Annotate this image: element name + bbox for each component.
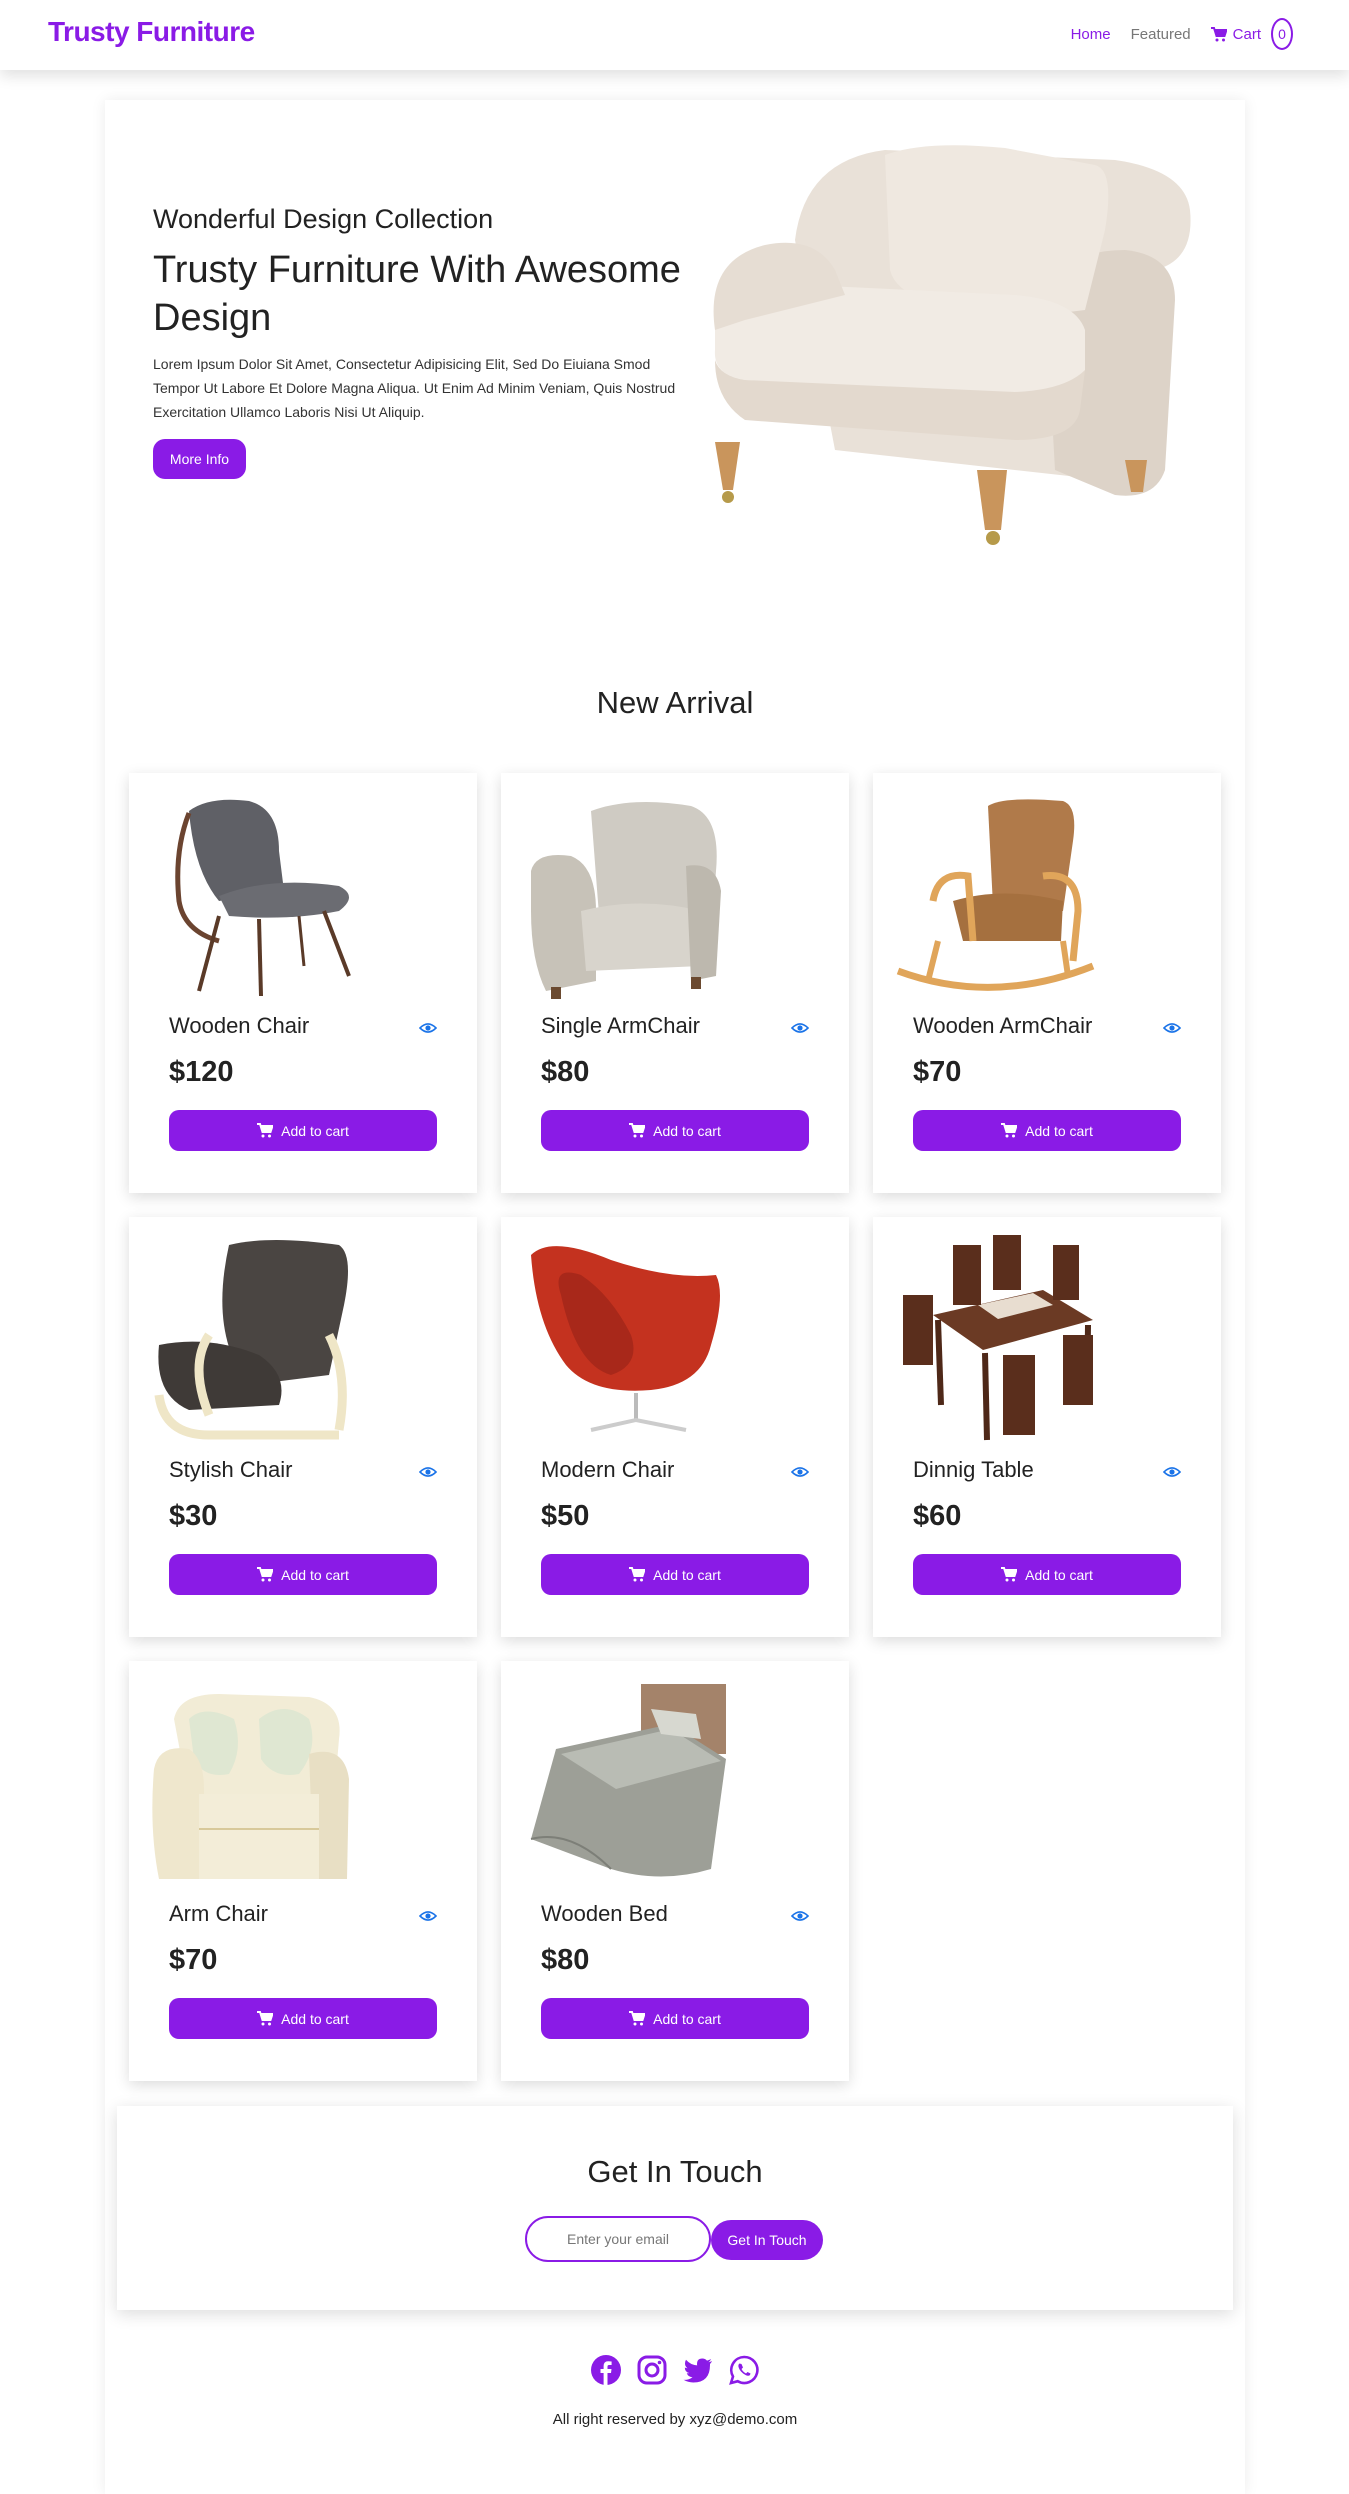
more-info-button[interactable]: More Info — [153, 439, 246, 479]
add-to-cart-label: Add to cart — [281, 2010, 349, 2027]
add-to-cart-button[interactable]: Add to cart — [169, 1998, 437, 2039]
social-links — [590, 2354, 760, 2386]
product-name: Single ArmChair — [541, 1013, 700, 1038]
product-price: $60 — [913, 1500, 962, 1532]
product-image-wooden-armchair — [896, 799, 1095, 991]
nav-links: Home Featured Cart 0 — [1071, 18, 1293, 50]
product-image-wooden-bed — [530, 1684, 726, 1877]
brand-logo[interactable]: Trusty Furniture — [48, 16, 255, 48]
add-to-cart-label: Add to cart — [653, 1122, 721, 1139]
product-card: Single ArmChair $80 Add to cart — [501, 773, 849, 1193]
cart-icon — [629, 1123, 646, 1138]
eye-icon[interactable] — [419, 1465, 437, 1479]
product-card: Wooden Bed $80 Add to cart — [501, 1661, 849, 2081]
product-card: Stylish Chair $30 Add to cart — [129, 1217, 477, 1637]
eye-icon[interactable] — [791, 1909, 809, 1923]
hero-title: Trusty Furniture With Awesome Design — [153, 249, 681, 339]
hero-description: Lorem Ipsum Dolor Sit Amet, Consectetur … — [153, 356, 676, 420]
product-card: Arm Chair $70 Add to cart — [129, 1661, 477, 2081]
cart-icon — [257, 1567, 274, 1582]
product-name: Wooden Chair — [169, 1013, 310, 1038]
eye-icon[interactable] — [1163, 1021, 1181, 1035]
product-price: $70 — [169, 1944, 218, 1976]
product-name: Wooden Bed — [541, 1901, 668, 1926]
eye-icon[interactable] — [419, 1909, 437, 1923]
new-arrival-title: New Arrival — [596, 685, 754, 720]
cart-icon — [257, 2011, 274, 2026]
product-price: $30 — [169, 1500, 218, 1532]
product-card: Wooden ArmChair $70 Add to cart — [873, 773, 1221, 1193]
get-in-touch-title: Get In Touch — [587, 2154, 763, 2189]
eye-icon[interactable] — [1163, 1465, 1181, 1479]
product-image-dining-table — [903, 1235, 1093, 1441]
cart-icon — [1001, 1123, 1018, 1138]
product-image-arm-chair — [152, 1694, 349, 1879]
main-container: Wonderful Design Collection Trusty Furni… — [105, 100, 1245, 2494]
add-to-cart-label: Add to cart — [1025, 1122, 1093, 1139]
product-name: Arm Chair — [169, 1901, 269, 1926]
product-image-wooden-chair — [175, 799, 351, 997]
get-in-touch-section: Get In Touch Get In Touch — [117, 2106, 1233, 2310]
product-image-single-armchair — [531, 802, 721, 999]
hero-subtitle: Wonderful Design Collection — [153, 204, 494, 234]
product-name: Dinnig Table — [913, 1457, 1034, 1482]
add-to-cart-label: Add to cart — [281, 1566, 349, 1583]
cart-icon — [1001, 1567, 1018, 1582]
twitter-icon[interactable] — [682, 2354, 714, 2386]
nav-cart-link[interactable]: Cart 0 — [1210, 18, 1293, 50]
product-price: $80 — [541, 1944, 590, 1976]
product-card: Wooden Chair $120 Add to cart — [129, 773, 477, 1193]
product-image-stylish-chair — [154, 1240, 348, 1440]
product-price: $50 — [541, 1500, 590, 1532]
product-card: Dinnig Table $60 Add to cart — [873, 1217, 1221, 1637]
add-to-cart-button[interactable]: Add to cart — [541, 1554, 809, 1595]
nav-link-home[interactable]: Home — [1071, 26, 1111, 43]
navbar: Trusty Furniture Home Featured Cart 0 — [0, 0, 1349, 70]
nav-link-featured[interactable]: Featured — [1131, 26, 1191, 43]
add-to-cart-label: Add to cart — [281, 1122, 349, 1139]
instagram-icon[interactable] — [636, 2354, 668, 2386]
facebook-icon[interactable] — [590, 2354, 622, 2386]
whatsapp-icon[interactable] — [728, 2354, 760, 2386]
cart-count-badge: 0 — [1271, 18, 1293, 50]
email-input[interactable] — [525, 2216, 711, 2262]
add-to-cart-label: Add to cart — [1025, 1566, 1093, 1583]
product-name: Wooden ArmChair — [913, 1013, 1093, 1038]
cart-icon — [257, 1123, 274, 1138]
eye-icon[interactable] — [419, 1021, 437, 1035]
add-to-cart-label: Add to cart — [653, 2010, 721, 2027]
cart-label: Cart — [1232, 25, 1261, 43]
product-price: $80 — [541, 1056, 590, 1088]
eye-icon[interactable] — [791, 1465, 809, 1479]
add-to-cart-button[interactable]: Add to cart — [913, 1554, 1181, 1595]
product-name: Stylish Chair — [169, 1457, 293, 1482]
add-to-cart-label: Add to cart — [653, 1566, 721, 1583]
eye-icon[interactable] — [791, 1021, 809, 1035]
hero-armchair-image — [713, 145, 1191, 545]
product-price: $120 — [169, 1056, 234, 1088]
get-in-touch-button[interactable]: Get In Touch — [711, 2220, 823, 2260]
cart-icon — [629, 2011, 646, 2026]
product-image-modern-chair — [531, 1246, 720, 1432]
product-name: Modern Chair — [541, 1457, 675, 1482]
product-price: $70 — [913, 1056, 962, 1088]
add-to-cart-button[interactable]: Add to cart — [541, 1110, 809, 1151]
add-to-cart-button[interactable]: Add to cart — [913, 1110, 1181, 1151]
copyright-text: All right reserved by xyz@demo.com — [552, 2411, 798, 2428]
cart-icon — [1210, 26, 1227, 41]
add-to-cart-button[interactable]: Add to cart — [169, 1554, 437, 1595]
product-card: Modern Chair $50 Add to cart — [501, 1217, 849, 1637]
cart-icon — [629, 1567, 646, 1582]
add-to-cart-button[interactable]: Add to cart — [541, 1998, 809, 2039]
add-to-cart-button[interactable]: Add to cart — [169, 1110, 437, 1151]
